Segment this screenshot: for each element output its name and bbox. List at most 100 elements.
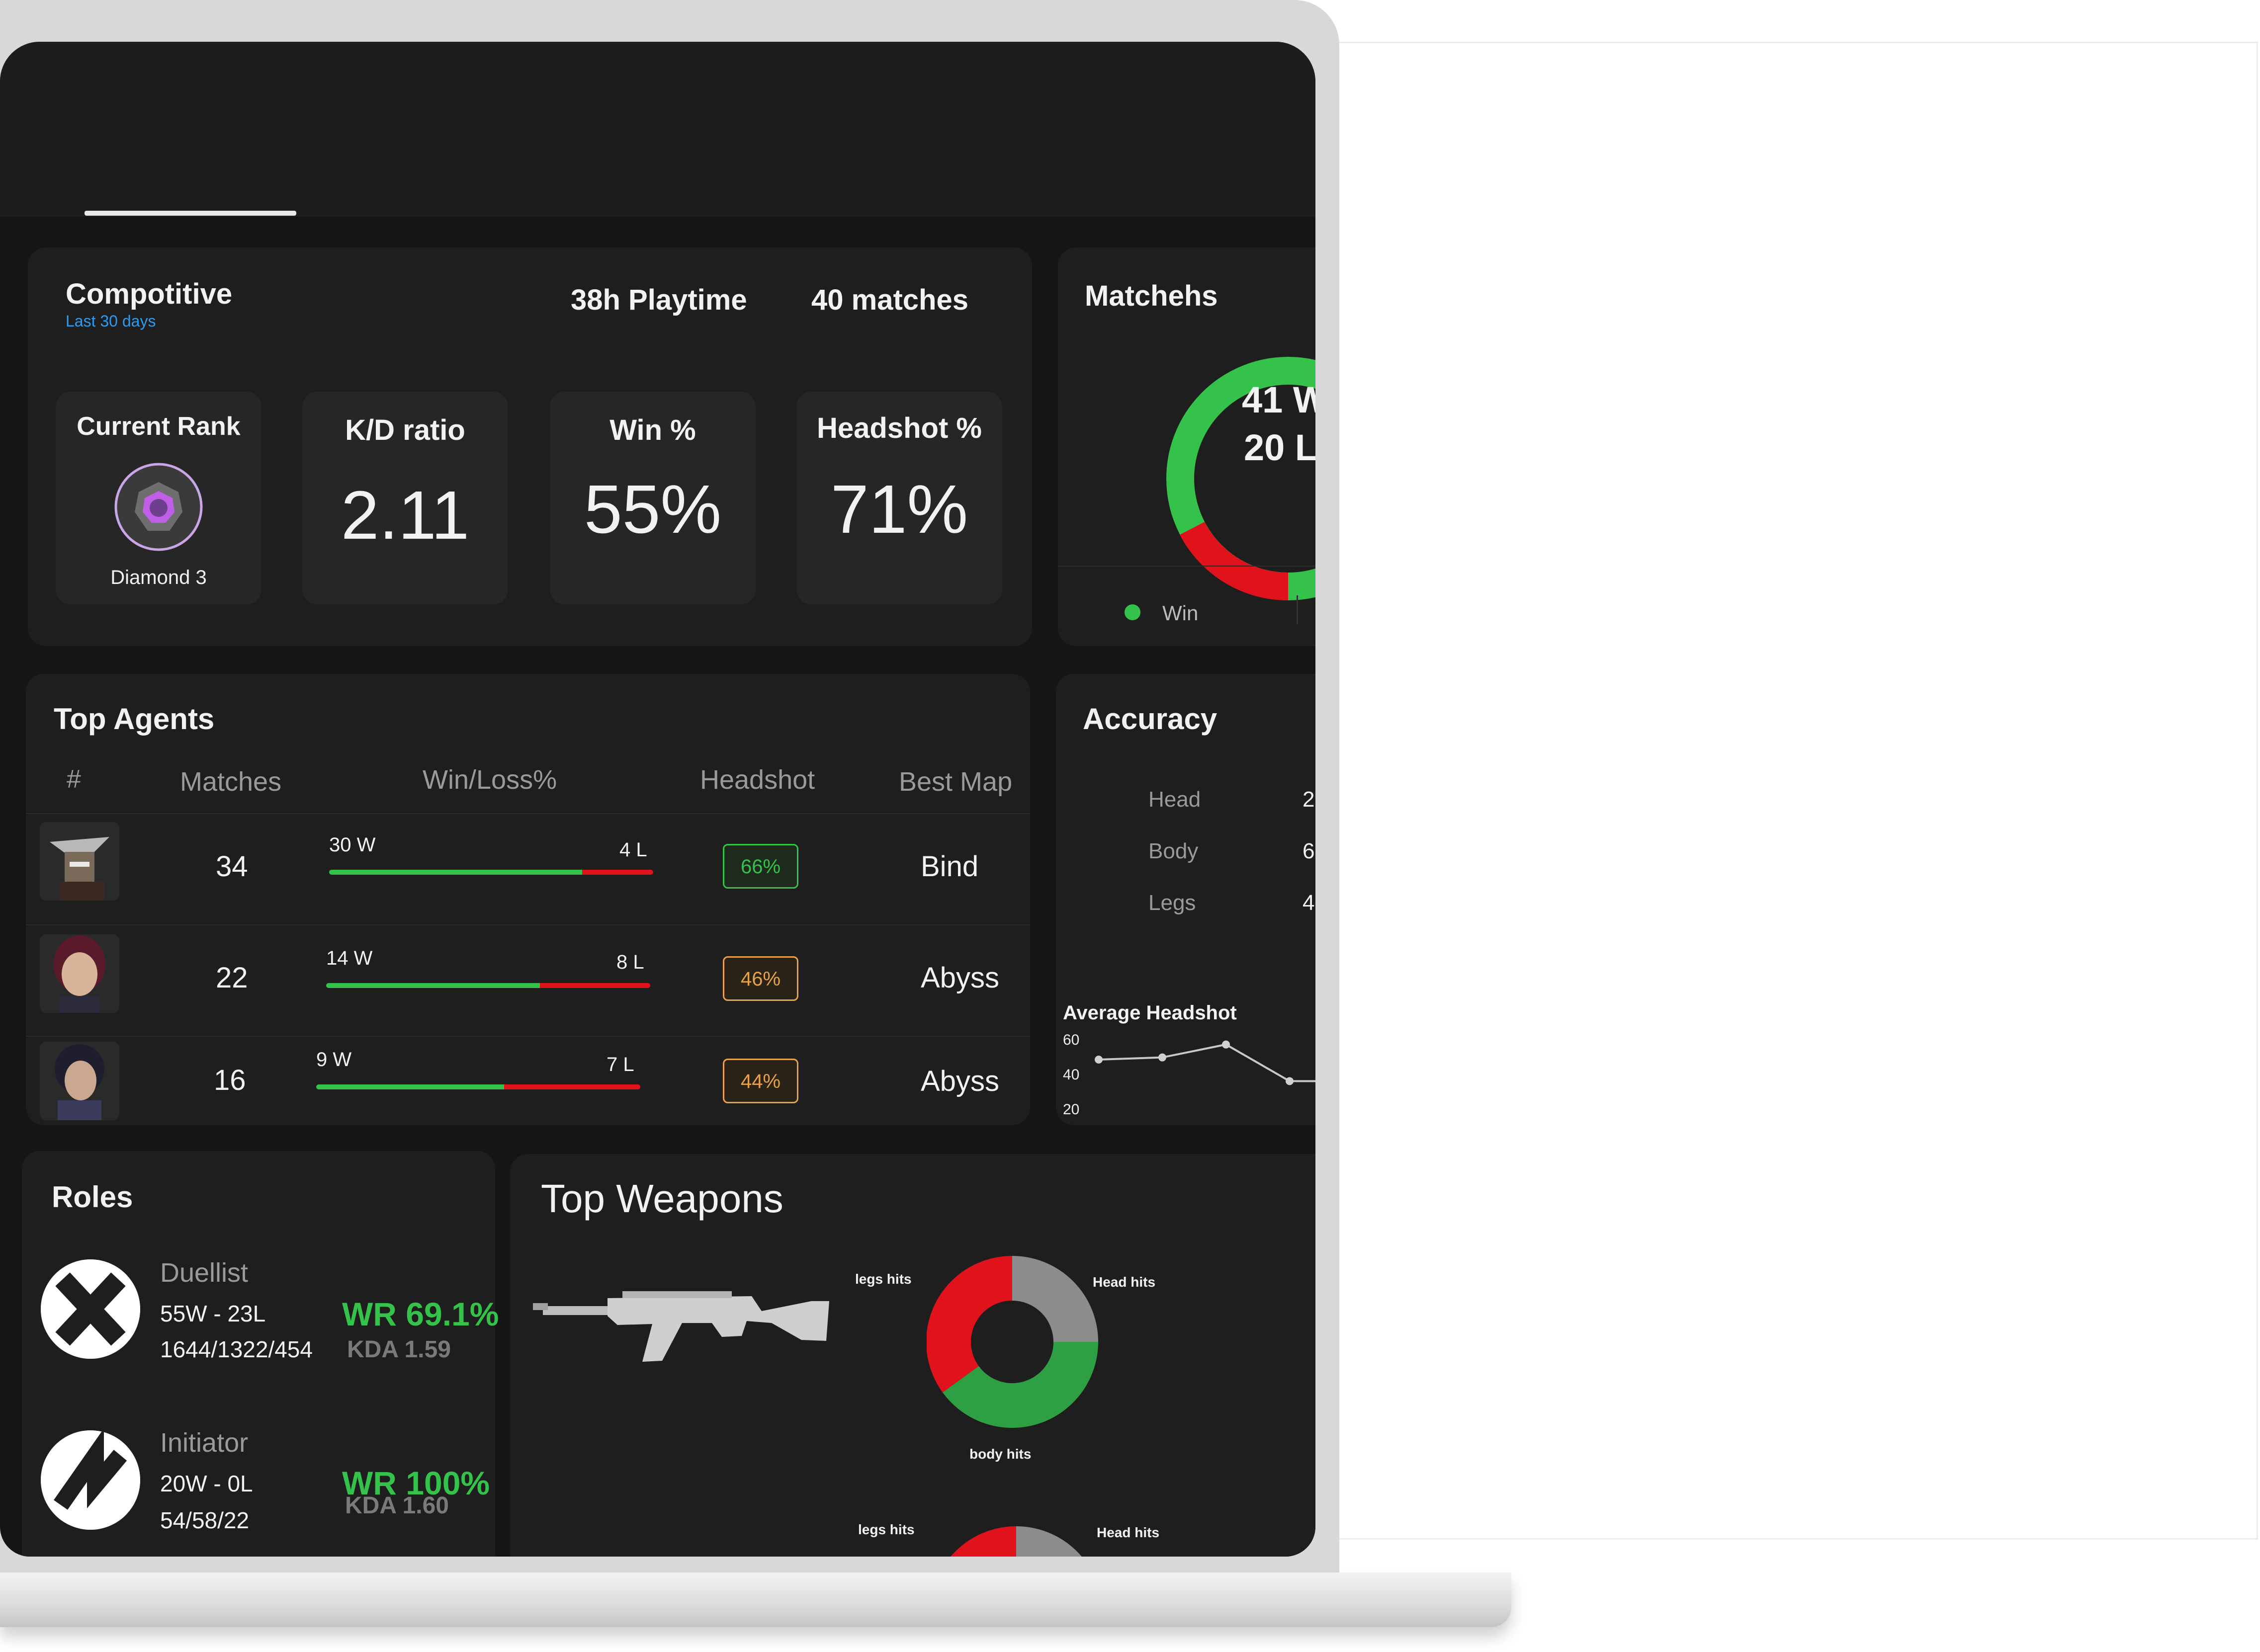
headshot-badge: 44% xyxy=(723,1059,798,1103)
agent-matches: 34 xyxy=(216,850,248,883)
role-row-initiator[interactable]: Initiator 20W - 0L 54/58/22 WR 100% KDA … xyxy=(22,1402,495,1551)
accuracy-legs-value: 4. xyxy=(1303,891,1315,915)
hit-distribution-donut-2 xyxy=(951,1526,1082,1557)
table-row[interactable]: 34 30 W 4 L 66% Bind xyxy=(26,813,1030,925)
legs-hits-segment xyxy=(951,1526,1017,1557)
col-winloss[interactable]: Win/Loss% xyxy=(423,764,557,795)
head-hits-segment xyxy=(1016,1526,1082,1557)
y-tick-label: 60 xyxy=(1063,1032,1079,1048)
matches-count-text: 40 matches xyxy=(811,284,968,316)
win-loss-bar xyxy=(316,1084,640,1089)
col-matches[interactable]: Matches xyxy=(180,766,281,797)
role-name: Initiator xyxy=(160,1428,249,1458)
hit-distribution-donut xyxy=(927,1256,1098,1428)
wins-count: 41 W xyxy=(1242,379,1315,420)
body-hits-segment xyxy=(943,1341,1098,1428)
loss-bar-segment xyxy=(540,983,650,988)
top-agents-card: Top Agents # Matches Win/Loss% Headshot … xyxy=(26,674,1030,1125)
headshot-series-line xyxy=(1098,1043,1315,1082)
matches-card: Matchehs 41 W 20 L Win xyxy=(1058,248,1315,646)
agent-best-map: Abyss xyxy=(921,1065,999,1097)
role-stats: 1644/1322/454 xyxy=(160,1336,313,1362)
win-legend-dot xyxy=(1125,604,1140,620)
headshot-data-point xyxy=(1286,1077,1294,1085)
win-bar-segment xyxy=(326,983,540,988)
role-kda: KDA 1.59 xyxy=(347,1336,451,1363)
headshot-data-point xyxy=(1095,1056,1103,1064)
rifle-weapon-icon xyxy=(533,1291,829,1362)
diamond-rank-icon xyxy=(114,463,203,551)
top-navigation-bar xyxy=(0,42,1315,217)
agent-best-map: Abyss xyxy=(921,962,999,994)
role-stats: 54/58/22 xyxy=(160,1507,250,1533)
duellist-x-icon xyxy=(41,1259,140,1359)
accuracy-body-label: Body xyxy=(1148,839,1199,863)
matches-card-title: Matchehs xyxy=(1085,280,1218,312)
table-row[interactable]: 22 14 W 8 L 46% Abyss xyxy=(26,924,1030,1037)
role-record: 55W - 23L xyxy=(160,1301,266,1326)
headshot-badge: 46% xyxy=(723,956,798,1001)
accuracy-body-value: 6 xyxy=(1303,839,1315,863)
role-kda: KDA 1.60 xyxy=(345,1492,449,1519)
legs-hits-label-2: legs hits xyxy=(858,1522,915,1537)
agent-losses: 4 L xyxy=(619,839,647,861)
overview-card: Compotitive Last 30 days 38h Playtime 40… xyxy=(28,248,1032,646)
matches-legend-divider xyxy=(1058,566,1315,567)
win-value: 55% xyxy=(584,471,722,548)
accuracy-legs-label: Legs xyxy=(1148,891,1196,915)
accuracy-head-value: 2 xyxy=(1303,787,1315,812)
headshot-value: 71% xyxy=(830,471,968,548)
loss-bar-segment xyxy=(504,1084,640,1089)
period-link[interactable]: Last 30 days xyxy=(66,312,156,330)
agent-wins: 14 W xyxy=(326,947,373,969)
active-tab-indicator[interactable] xyxy=(85,211,296,216)
accuracy-head-label: Head xyxy=(1148,787,1201,812)
rank-label: Current Rank xyxy=(77,412,241,441)
win-loss-bar xyxy=(326,983,650,988)
average-headshot-chart: 6040200 xyxy=(1063,1032,1315,1118)
dark-hair-agent-icon xyxy=(40,1042,119,1120)
head-hits-segment xyxy=(1011,1256,1098,1343)
legs-hits-segment xyxy=(927,1256,1013,1393)
role-row-duellist[interactable]: Duellist 55W - 23L 1644/1322/454 WR 69.1… xyxy=(22,1231,499,1380)
agent-best-map: Bind xyxy=(921,850,979,883)
losses-count: 20 L xyxy=(1244,427,1315,468)
background-window xyxy=(1337,42,2258,1540)
accuracy-card: Accuracy Head 2 Body 6 Legs 4. Average H… xyxy=(1056,674,1315,1125)
roles-card: Roles Duellist 55W - 23L 1644/1322/454 W… xyxy=(22,1151,499,1557)
head-hits-label-2: Head hits xyxy=(1097,1525,1160,1540)
laptop-base xyxy=(0,1572,1511,1627)
win-tile: Win % 55% xyxy=(550,392,756,604)
agent-matches: 16 xyxy=(214,1064,246,1096)
win-legend-label: Win xyxy=(1162,601,1199,625)
table-row[interactable]: 16 9 W 7 L 44% Abyss xyxy=(26,1036,1030,1126)
headshot-badge: 66% xyxy=(723,844,798,889)
legs-hits-label: legs hits xyxy=(855,1271,912,1287)
col-number: # xyxy=(67,765,81,794)
top-weapons-card: Top Weapons legs hits Head hits body hit… xyxy=(510,1154,1315,1557)
kd-tile: K/D ratio 2.11 xyxy=(302,392,508,604)
average-headshot-title: Average Headshot xyxy=(1063,1002,1237,1024)
accuracy-title: Accuracy xyxy=(1083,702,1217,736)
role-name: Duellist xyxy=(160,1258,249,1288)
agent-wins: 30 W xyxy=(329,834,376,856)
win-label: Win % xyxy=(609,414,696,446)
cowboy-agent-icon xyxy=(40,822,119,901)
head-hits-label: Head hits xyxy=(1093,1274,1156,1290)
red-hair-agent-icon xyxy=(40,934,119,1013)
dashboard-screen: Compotitive Last 30 days 38h Playtime 40… xyxy=(0,42,1315,1557)
col-headshot[interactable]: Headshot xyxy=(700,764,815,795)
roles-title: Roles xyxy=(52,1180,133,1214)
agent-losses: 7 L xyxy=(607,1054,634,1075)
y-tick-label: 20 xyxy=(1063,1101,1079,1118)
agent-losses: 8 L xyxy=(616,951,644,973)
win-bar-segment xyxy=(329,870,582,875)
playtime-text: 38h Playtime xyxy=(571,284,747,316)
rank-tile: Current Rank Diamond 3 xyxy=(56,392,261,604)
headshot-data-point xyxy=(1158,1053,1166,1062)
rank-value: Diamond 3 xyxy=(110,567,207,588)
headshot-data-point xyxy=(1222,1040,1230,1049)
legend-separator xyxy=(1297,595,1298,624)
loss-arc xyxy=(1180,521,1289,600)
col-best-map[interactable]: Best Map xyxy=(899,766,1012,797)
